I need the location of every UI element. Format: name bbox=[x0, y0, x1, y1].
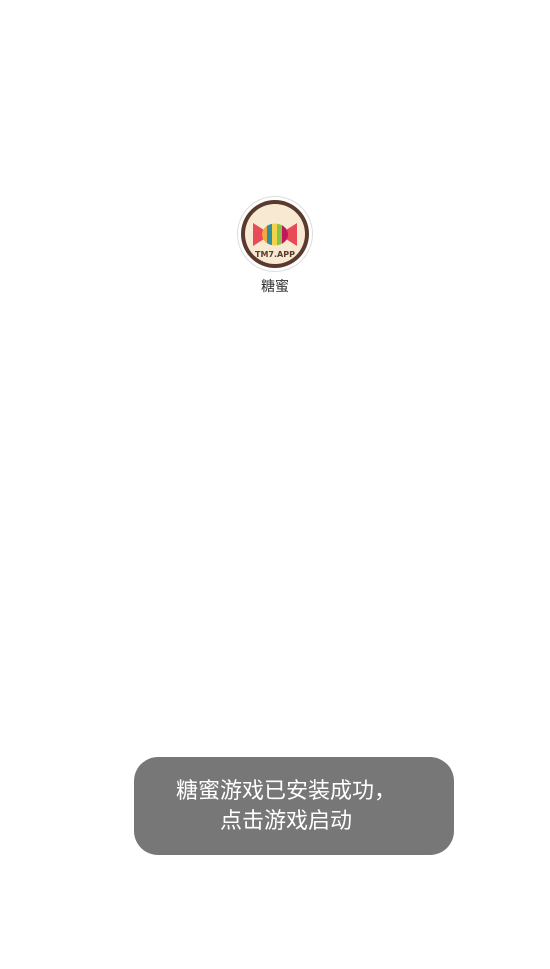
toast-message-line-1: 糖蜜游戏已安装成功， bbox=[175, 779, 396, 804]
install-toast: 糖蜜游戏已安装成功， 点击游戏启动 bbox=[134, 757, 454, 855]
app-name-label: 糖蜜 bbox=[261, 279, 289, 295]
toast-message-line-2: 点击游戏启动 bbox=[219, 809, 352, 834]
home-screen: TM7.APP 糖蜜 糖蜜游戏已安装成功， 点击游戏启动 bbox=[0, 0, 550, 969]
icon-text: TM7.APP bbox=[255, 250, 295, 259]
app-shortcut[interactable]: TM7.APP 糖蜜 bbox=[238, 197, 312, 297]
candy-icon[interactable]: TM7.APP bbox=[238, 197, 312, 271]
